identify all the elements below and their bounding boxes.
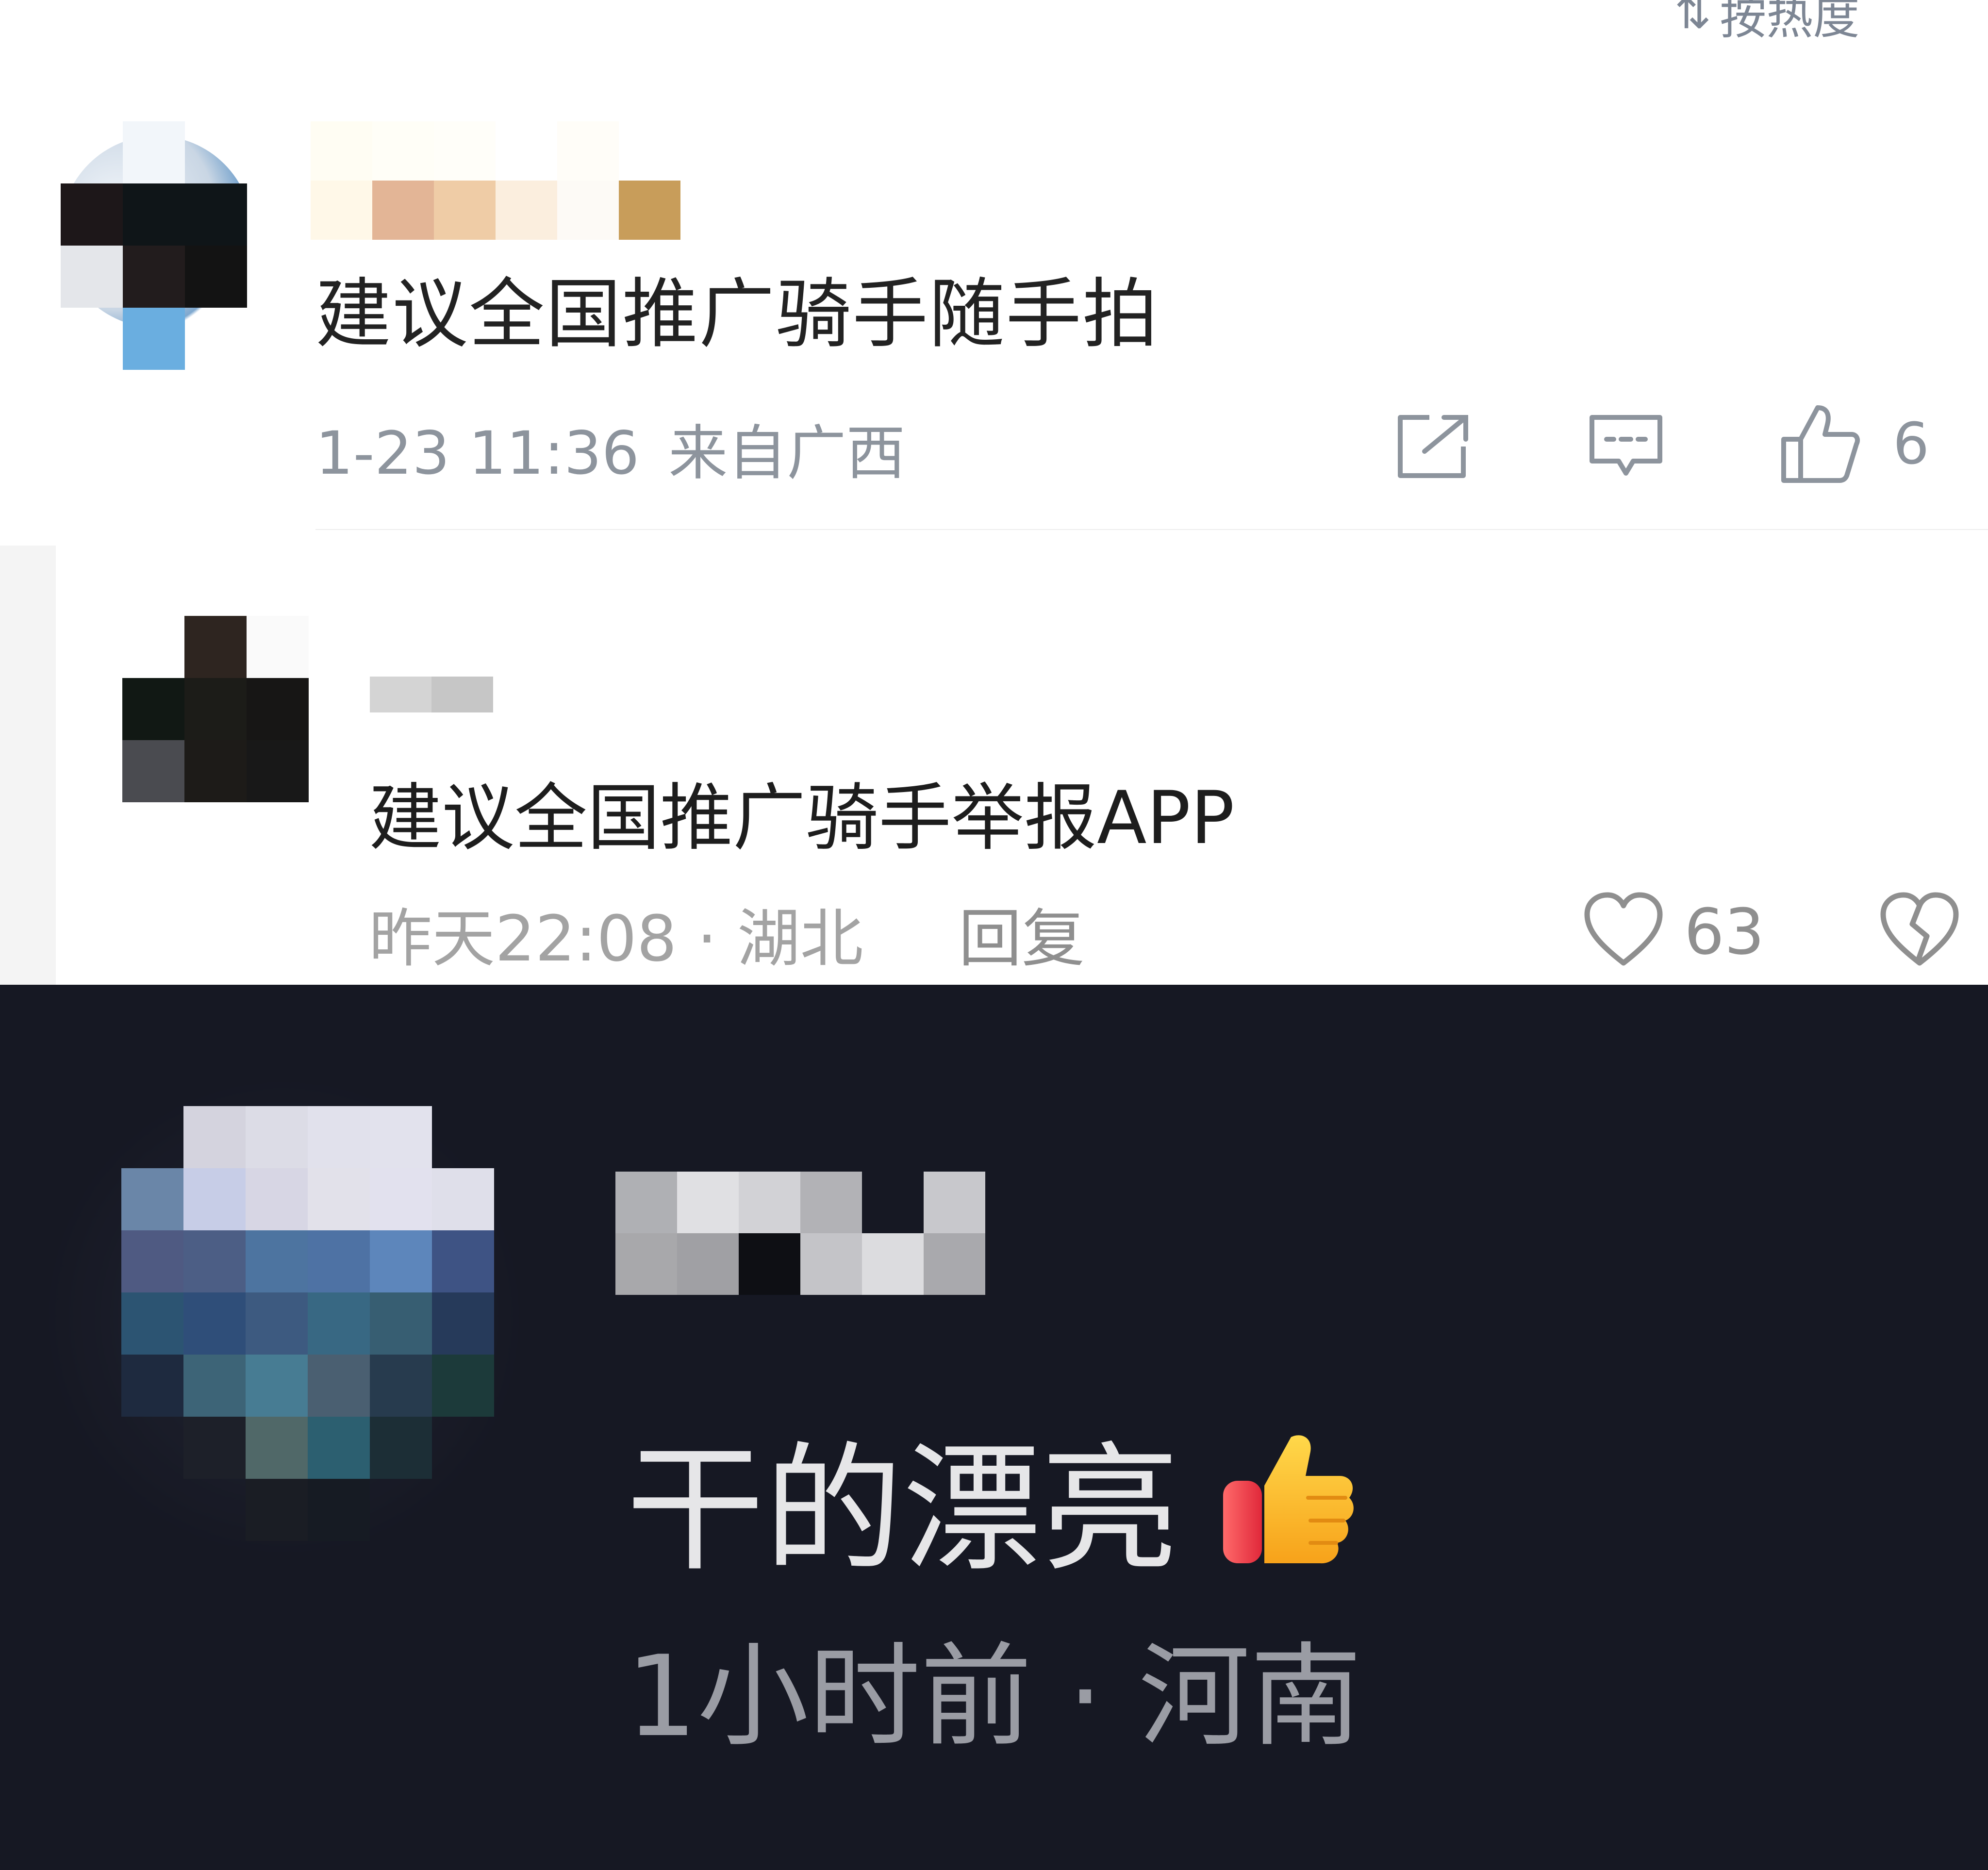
- avatar[interactable]: [122, 616, 309, 802]
- comment-text: 干的漂亮: [626, 1397, 1359, 1598]
- share-icon[interactable]: [1395, 413, 1473, 480]
- timestamp: 1小时前: [626, 1632, 1032, 1762]
- separator: ·: [696, 902, 717, 976]
- reply-button[interactable]: 回复: [959, 888, 1085, 979]
- sort-icon: ⇅: [1674, 0, 1711, 39]
- left-edge-bar: [0, 546, 56, 985]
- comment-icon[interactable]: [1587, 413, 1665, 480]
- thumbs-up-emoji-icon: [1223, 1435, 1354, 1563]
- divider: [315, 529, 1988, 530]
- username-blurred[interactable]: [615, 1172, 985, 1295]
- sort-by-hot-button[interactable]: ⇅ 按热度: [1674, 0, 1859, 47]
- avatar[interactable]: [61, 121, 255, 370]
- location: 河南: [1138, 1632, 1362, 1762]
- comment-meta: 1-23 11:36 来自广西: [315, 405, 905, 491]
- username-blurred[interactable]: [370, 677, 493, 712]
- comment-card-1: ⇅ 按热度 建议全国推广骑手随手拍 1-23 11:36 来自广西 6: [0, 0, 1988, 530]
- location: 来自广西: [668, 419, 906, 488]
- like-count: 6: [1893, 410, 1930, 477]
- comment-text: 建议全国推广骑手举报APP: [369, 776, 1235, 861]
- comment-meta: 1小时前 · 河南: [626, 1606, 1362, 1768]
- comment-meta: 昨天22:08 · 湖北: [369, 888, 863, 979]
- comment-text: 建议全国推广骑手随手拍: [315, 270, 1159, 358]
- dislike-heart-icon[interactable]: [1878, 890, 1961, 968]
- avatar[interactable]: [121, 1106, 494, 1541]
- sort-label: 按热度: [1720, 0, 1860, 45]
- like-count: 63: [1684, 895, 1765, 969]
- thumbs-up-icon[interactable]: [1779, 403, 1861, 485]
- comment-card-2: 建议全国推广骑手举报APP 昨天22:08 · 湖北 回复 63: [0, 531, 1988, 985]
- timestamp: 1-23 11:36: [315, 419, 640, 488]
- username-blurred[interactable]: [311, 121, 680, 240]
- timestamp: 昨天22:08: [369, 902, 677, 976]
- separator: ·: [1067, 1632, 1103, 1762]
- comment-card-3: 干的漂亮 1小时前 · 河南: [0, 985, 1988, 1870]
- heart-icon[interactable]: [1582, 890, 1665, 968]
- location: 湖北: [737, 902, 863, 976]
- comment-text-value: 干的漂亮: [626, 1429, 1179, 1590]
